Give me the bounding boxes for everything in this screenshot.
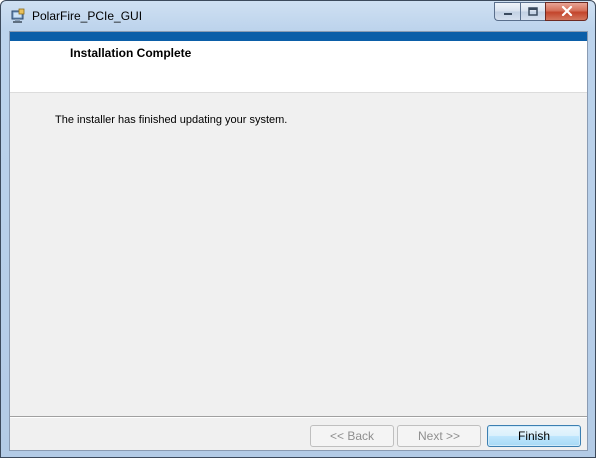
completion-message: The installer has finished updating your… <box>55 114 288 126</box>
header-panel: Installation Complete <box>10 41 587 93</box>
maximize-button[interactable] <box>520 2 545 21</box>
next-button[interactable]: Next >> <box>397 425 481 447</box>
installer-window: PolarFire_PCIe_GUI Installation Complete… <box>0 0 596 458</box>
caption-buttons <box>494 2 588 21</box>
page-title: Installation Complete <box>70 46 192 60</box>
window-title: PolarFire_PCIe_GUI <box>32 9 143 23</box>
maximize-icon <box>528 3 538 21</box>
dialog-client-area: Installation Complete The installer has … <box>9 31 588 451</box>
close-button[interactable] <box>545 2 588 21</box>
accent-strip <box>10 32 587 41</box>
close-icon <box>561 3 573 21</box>
finish-button[interactable]: Finish <box>487 425 581 447</box>
installer-app-icon <box>10 8 26 24</box>
minimize-icon <box>503 3 513 21</box>
button-separator <box>10 416 587 418</box>
minimize-button[interactable] <box>494 2 520 21</box>
title-bar[interactable]: PolarFire_PCIe_GUI <box>1 1 595 31</box>
back-button[interactable]: << Back <box>310 425 394 447</box>
